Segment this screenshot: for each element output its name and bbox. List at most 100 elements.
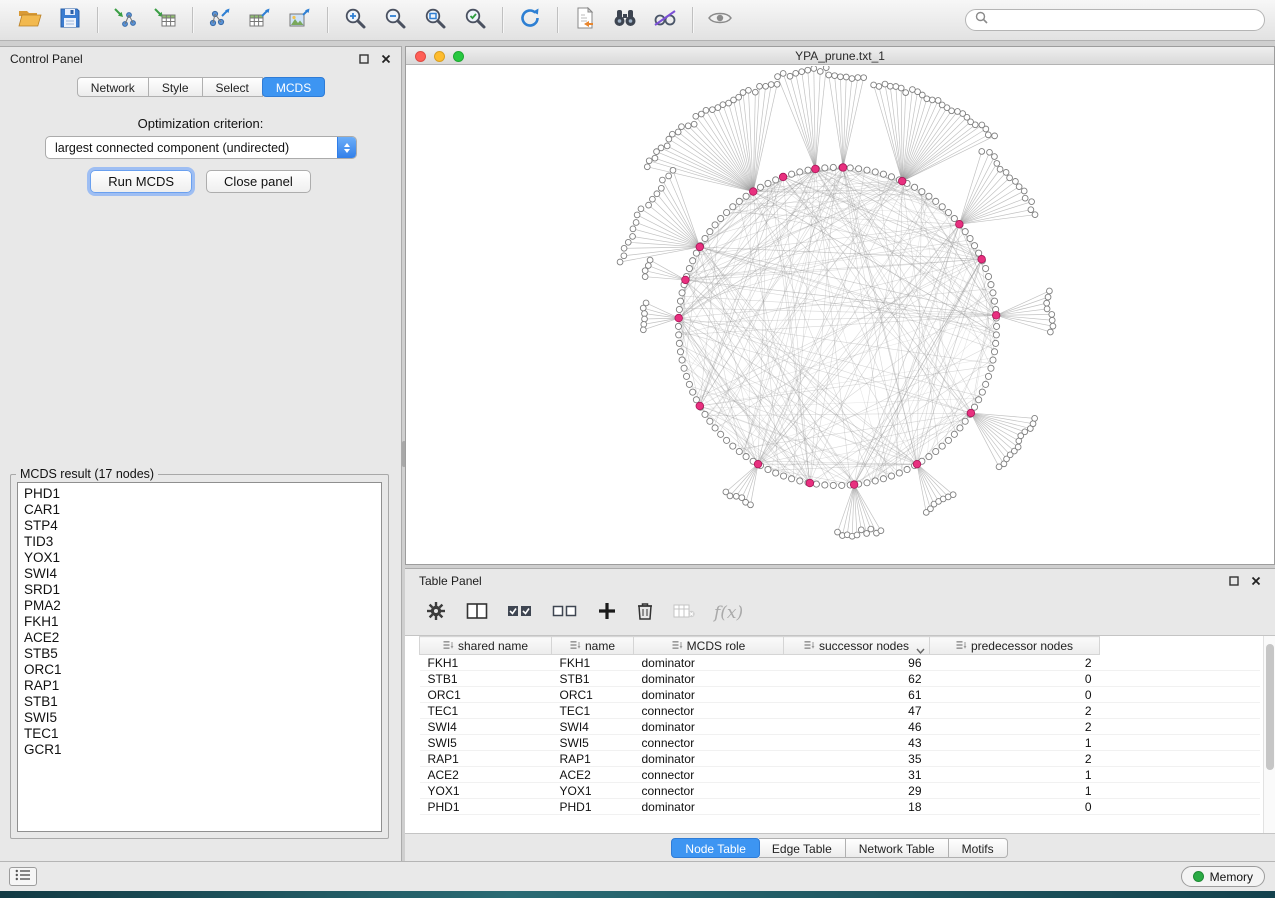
deselect-all-button[interactable] [552,602,578,625]
window-close-button[interactable] [415,51,426,62]
table-cell[interactable]: 0 [930,671,1100,687]
table-cell[interactable]: dominator [634,719,784,735]
run-mcds-button[interactable]: Run MCDS [90,170,192,193]
export-table-button[interactable] [240,4,280,36]
open-file-button[interactable] [10,4,50,36]
table-row[interactable]: STB1STB1dominator620 [420,671,1260,687]
table-cell[interactable]: 31 [784,767,930,783]
mcds-result-list[interactable]: PHD1CAR1STP4TID3YOX1SWI4SRD1PMA2FKH1ACE2… [17,482,382,832]
tab-select[interactable]: Select [203,77,263,97]
table-cell[interactable]: SWI5 [420,735,552,751]
table-cell[interactable]: TEC1 [552,703,634,719]
table-cell[interactable]: dominator [634,671,784,687]
table-cell[interactable]: 0 [930,687,1100,703]
table-cell[interactable]: RAP1 [552,751,634,767]
memory-button[interactable]: Memory [1181,866,1265,887]
search-input[interactable] [994,13,1255,27]
tab-style[interactable]: Style [149,77,203,97]
column-header-shared-name[interactable]: shared name [420,637,552,655]
mcds-result-item[interactable]: STP4 [24,518,381,534]
table-cell[interactable]: 43 [784,735,930,751]
table-cell[interactable]: connector [634,735,784,751]
mcds-result-item[interactable]: SWI4 [24,566,381,582]
mcds-result-item[interactable]: PHD1 [24,486,381,502]
network-graph[interactable] [406,66,1274,564]
scrollbar-thumb[interactable] [1266,644,1274,770]
network-canvas[interactable] [406,66,1274,564]
table-row[interactable]: ORC1ORC1dominator610 [420,687,1260,703]
zoom-fit-button[interactable] [415,4,455,36]
function-builder-button[interactable]: f(x) [714,603,743,623]
table-settings-button[interactable] [425,600,447,627]
table-cell[interactable]: 61 [784,687,930,703]
table-cell[interactable]: 0 [930,799,1100,815]
float-panel-icon[interactable] [1229,576,1239,586]
table-row[interactable]: PHD1PHD1dominator180 [420,799,1260,815]
mcds-result-item[interactable]: ORC1 [24,662,381,678]
optimization-select[interactable]: largest connected component (undirected) [45,136,357,159]
window-minimize-button[interactable] [434,51,445,62]
table-cell[interactable]: SWI5 [552,735,634,751]
mcds-result-item[interactable]: FKH1 [24,614,381,630]
mcds-result-item[interactable]: STB1 [24,694,381,710]
tab-mcds[interactable]: MCDS [262,77,325,97]
table-cell[interactable]: RAP1 [420,751,552,767]
table-row[interactable]: FKH1FKH1dominator962 [420,655,1260,671]
table-cell[interactable]: 35 [784,751,930,767]
select-all-button[interactable] [507,602,533,625]
table-cell[interactable]: YOX1 [552,783,634,799]
import-table-button[interactable] [145,4,185,36]
tab-motifs[interactable]: Motifs [949,838,1008,858]
table-cell[interactable]: dominator [634,655,784,671]
table-cell[interactable]: 46 [784,719,930,735]
table-cell[interactable]: 96 [784,655,930,671]
table-cell[interactable]: FKH1 [420,655,552,671]
table-cell[interactable]: dominator [634,799,784,815]
window-zoom-button[interactable] [453,51,464,62]
table-cell[interactable]: ACE2 [552,767,634,783]
table-row[interactable]: ACE2ACE2connector311 [420,767,1260,783]
toggle-view-button[interactable] [700,4,740,36]
column-header-name[interactable]: name [552,637,634,655]
toggle-details-button[interactable] [645,4,685,36]
table-scrollbar[interactable] [1263,636,1275,833]
table-cell[interactable]: ORC1 [420,687,552,703]
table-cell[interactable]: YOX1 [420,783,552,799]
table-cell[interactable]: dominator [634,687,784,703]
mcds-result-item[interactable]: TEC1 [24,726,381,742]
zoom-out-button[interactable] [375,4,415,36]
table-cell[interactable]: ORC1 [552,687,634,703]
tab-network-table[interactable]: Network Table [846,838,949,858]
table-cell[interactable]: STB1 [552,671,634,687]
save-session-button[interactable] [50,4,90,36]
table-cell[interactable]: connector [634,783,784,799]
table-row[interactable]: SWI5SWI5connector431 [420,735,1260,751]
mcds-result-item[interactable]: SWI5 [24,710,381,726]
mcds-result-item[interactable]: CAR1 [24,502,381,518]
table-cell[interactable]: FKH1 [552,655,634,671]
mcds-result-item[interactable]: YOX1 [24,550,381,566]
table-cell[interactable]: ACE2 [420,767,552,783]
table-cell[interactable]: STB1 [420,671,552,687]
mcds-result-item[interactable]: GCR1 [24,742,381,758]
table-cell[interactable]: TEC1 [420,703,552,719]
table-cell[interactable]: 2 [930,703,1100,719]
mcds-result-item[interactable]: ACE2 [24,630,381,646]
export-image-button[interactable] [280,4,320,36]
table-cell[interactable]: SWI4 [552,719,634,735]
table-cell[interactable]: SWI4 [420,719,552,735]
table-cell[interactable]: PHD1 [552,799,634,815]
table-cell[interactable]: 62 [784,671,930,687]
table-cell[interactable]: 2 [930,655,1100,671]
mcds-result-item[interactable]: RAP1 [24,678,381,694]
tab-edge-table[interactable]: Edge Table [759,838,846,858]
table-cell[interactable]: 47 [784,703,930,719]
create-column-button[interactable] [597,601,617,626]
mcds-result-item[interactable]: SRD1 [24,582,381,598]
export-network-button[interactable] [200,4,240,36]
table-row[interactable]: SWI4SWI4dominator462 [420,719,1260,735]
column-header-predecessor-nodes[interactable]: predecessor nodes [930,637,1100,655]
show-column-button[interactable] [466,602,488,625]
column-header-successor-nodes[interactable]: successor nodes [784,637,930,655]
table-row[interactable]: TEC1TEC1connector472 [420,703,1260,719]
